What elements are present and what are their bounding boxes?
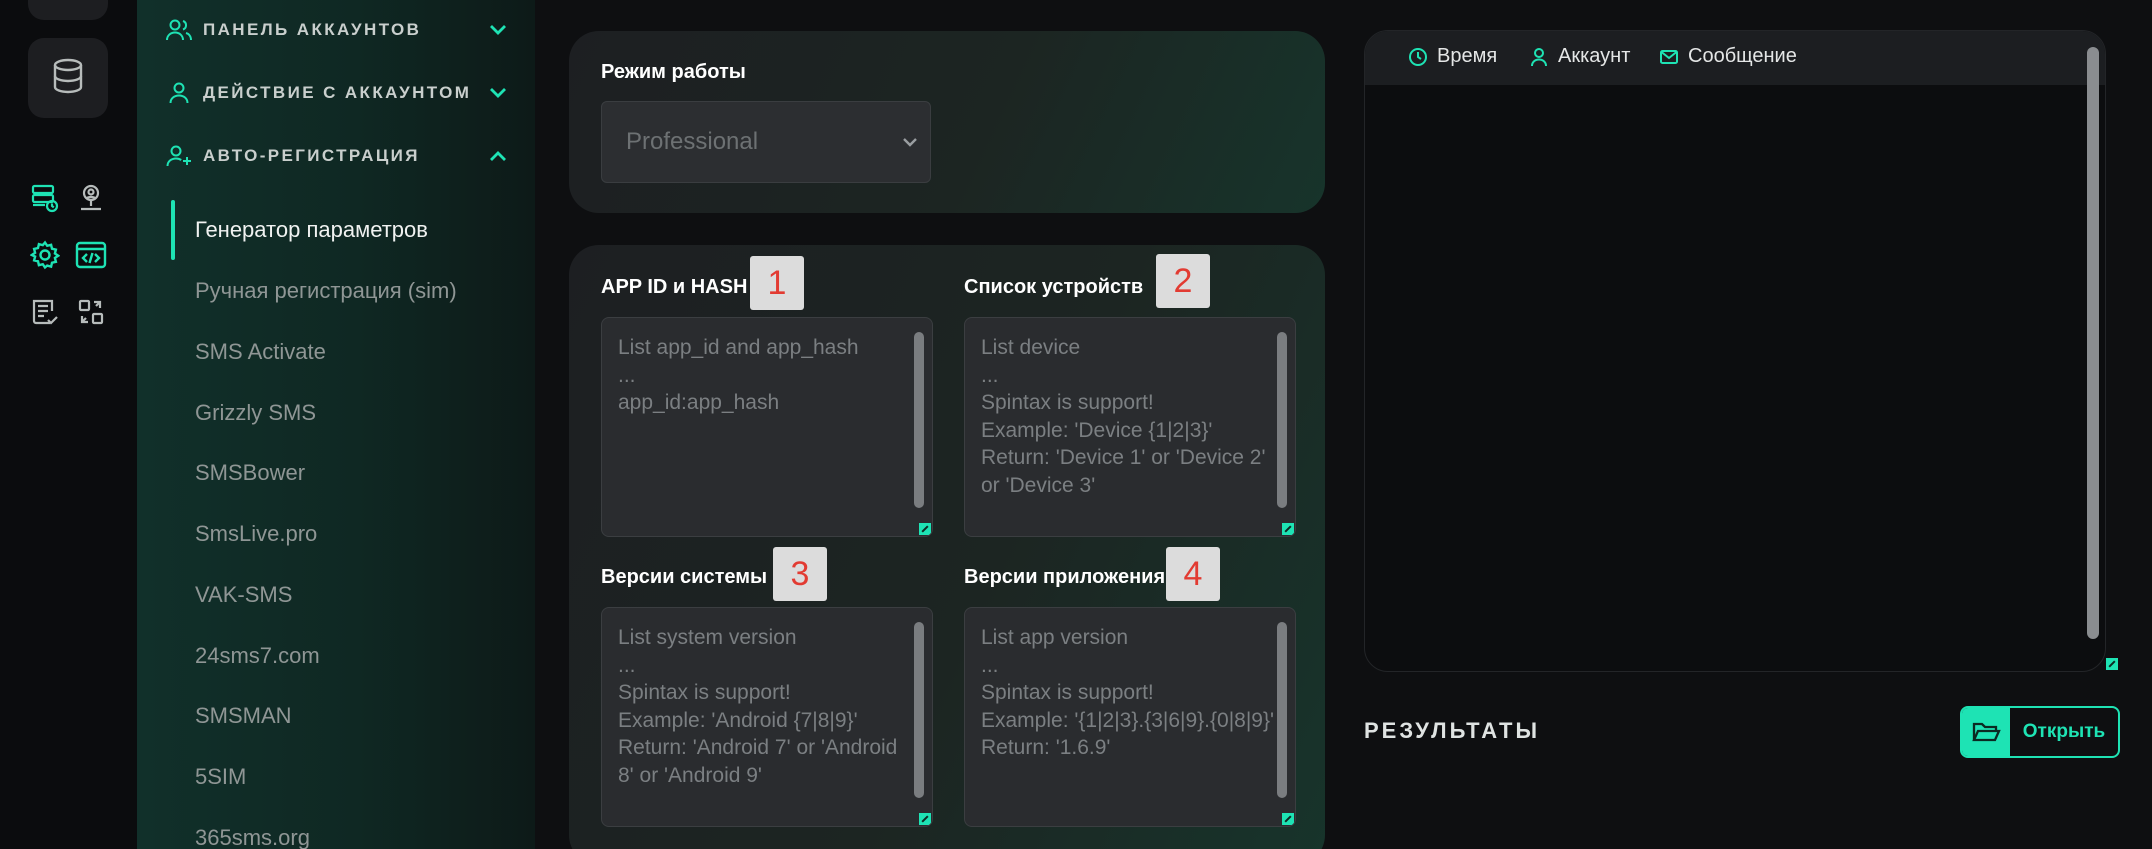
sidebar-item-365sms[interactable]: 365sms.org — [195, 825, 310, 849]
user-plus-icon — [165, 142, 193, 170]
active-indicator — [171, 200, 175, 260]
section-account-action[interactable]: ДЕЙСТВИЕ С АККАУНТОМ — [165, 73, 510, 113]
app-version-label: Версии приложения — [964, 566, 1166, 588]
mode-panel: Режим работы Professional — [569, 31, 1325, 213]
user-icon — [165, 79, 193, 107]
log-column-label: Время — [1437, 45, 1498, 67]
scrollbar[interactable] — [914, 332, 924, 508]
annotation-badge-2: 2 — [1156, 254, 1210, 308]
sidebar: ПАНЕЛЬ АККАУНТОВ ДЕЙСТВИЕ С АККАУНТОМ АВ… — [137, 0, 535, 849]
app-id-textarea[interactable]: List app_id and app_hash ... app_id:app_… — [601, 317, 933, 537]
rail-tile-top[interactable] — [28, 0, 108, 20]
chevron-up-icon[interactable] — [486, 144, 510, 168]
server-icon[interactable] — [28, 181, 62, 215]
open-button[interactable]: Открыть — [1960, 706, 2120, 758]
section-label: ДЕЙСТВИЕ С АККАУНТОМ — [203, 83, 472, 102]
sidebar-item-manual-registration[interactable]: Ручная регистрация (sim) — [195, 278, 457, 304]
annotation-badge-1: 1 — [750, 256, 804, 310]
results-title: РЕЗУЛЬТАТЫ — [1364, 718, 1540, 743]
sidebar-item-params-generator[interactable]: Генератор параметров — [195, 217, 428, 243]
user-icon — [1528, 46, 1550, 68]
scrollbar[interactable] — [1277, 332, 1287, 508]
params-panel: APP ID и HASH 1 List app_id and app_hash… — [569, 245, 1325, 849]
sidebar-item-smsman[interactable]: SMSMAN — [195, 703, 292, 729]
section-label: ПАНЕЛЬ АККАУНТОВ — [203, 20, 422, 39]
app-id-label: APP ID и HASH — [601, 276, 748, 298]
scrollbar[interactable] — [914, 622, 924, 798]
section-accounts-panel[interactable]: ПАНЕЛЬ АККАУНТОВ — [165, 10, 510, 50]
log-column-message[interactable]: Сообщение — [1658, 45, 1797, 68]
app-id-placeholder: List app_id and app_hash ... app_id:app_… — [618, 336, 859, 414]
checklist-icon[interactable] — [28, 295, 62, 329]
chevron-down-icon[interactable] — [486, 18, 510, 42]
section-auto-registration[interactable]: АВТО-РЕГИСТРАЦИЯ — [165, 136, 510, 176]
mode-select-value: Professional — [626, 128, 759, 155]
system-version-label: Версии системы — [601, 566, 768, 588]
clock-icon — [1407, 46, 1429, 68]
log-column-label: Аккаунт — [1558, 45, 1631, 67]
scrollbar[interactable] — [2087, 47, 2099, 639]
devices-placeholder: List device ... Spintax is support! Exam… — [981, 336, 1266, 497]
sidebar-item-smslive[interactable]: SmsLive.pro — [195, 521, 317, 547]
mode-label: Режим работы — [601, 61, 746, 83]
section-label: АВТО-РЕГИСТРАЦИЯ — [203, 146, 420, 165]
user-pin-icon[interactable] — [74, 181, 108, 215]
log-column-account[interactable]: Аккаунт — [1528, 45, 1630, 68]
sidebar-item-smsbower[interactable]: SMSBower — [195, 460, 305, 486]
annotation-badge-3: 3 — [773, 547, 827, 601]
resize-handle[interactable] — [919, 523, 931, 535]
mode-select[interactable]: Professional — [601, 101, 931, 183]
users-icon — [165, 16, 193, 44]
chevron-down-icon — [890, 137, 930, 147]
log-header: Время Аккаунт Сообщение — [1365, 31, 2105, 85]
app-window: ПАНЕЛЬ АККАУНТОВ ДЕЙСТВИЕ С АККАУНТОМ АВ… — [0, 0, 2152, 849]
sidebar-item-5sim[interactable]: 5SIM — [195, 764, 246, 790]
icon-rail — [0, 0, 137, 849]
database-button[interactable] — [28, 38, 108, 118]
log-column-label: Сообщение — [1688, 45, 1797, 67]
log-column-time[interactable]: Время — [1407, 45, 1497, 68]
gear-icon[interactable] — [28, 238, 62, 272]
system-version-placeholder: List system version ... Spintax is suppo… — [618, 626, 898, 787]
chevron-down-icon[interactable] — [486, 81, 510, 105]
app-version-textarea[interactable]: List app version ... Spintax is support!… — [964, 607, 1296, 827]
app-version-placeholder: List app version ... Spintax is support!… — [981, 626, 1274, 759]
sidebar-item-sms-activate[interactable]: SMS Activate — [195, 339, 326, 365]
code-window-icon[interactable] — [74, 238, 108, 272]
database-icon — [51, 58, 85, 98]
system-version-textarea[interactable]: List system version ... Spintax is suppo… — [601, 607, 933, 827]
open-button-label: Открыть — [2022, 721, 2106, 742]
annotation-badge-4: 4 — [1166, 547, 1220, 601]
scrollbar[interactable] — [1277, 622, 1287, 798]
devices-label: Список устройств — [964, 276, 1144, 298]
resize-handle[interactable] — [1282, 523, 1294, 535]
folder-open-icon — [1962, 708, 2010, 756]
sidebar-item-24sms7[interactable]: 24sms7.com — [195, 643, 320, 669]
swap-icon[interactable] — [74, 295, 108, 329]
resize-handle[interactable] — [919, 813, 931, 825]
sidebar-item-grizzly-sms[interactable]: Grizzly SMS — [195, 400, 316, 426]
devices-textarea[interactable]: List device ... Spintax is support! Exam… — [964, 317, 1296, 537]
resize-handle[interactable] — [1282, 813, 1294, 825]
sidebar-item-vak-sms[interactable]: VAK-SMS — [195, 582, 292, 608]
mail-icon — [1658, 46, 1680, 68]
resize-handle[interactable] — [2106, 658, 2118, 670]
log-panel[interactable]: Время Аккаунт Сообщение — [1364, 30, 2106, 672]
